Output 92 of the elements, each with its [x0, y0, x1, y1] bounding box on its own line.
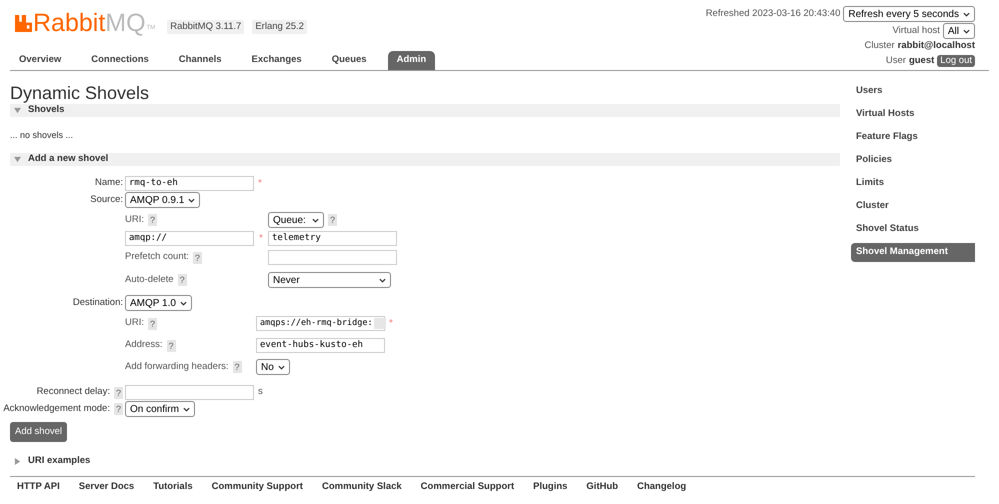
empty-message: ... no shovels ...	[10, 129, 74, 141]
help-button[interactable]: ?	[148, 214, 158, 226]
endpoint-type-dropdown[interactable]: Queue:	[268, 212, 324, 228]
expand-icon[interactable]	[14, 458, 21, 465]
acknowledgement-mode-dropdown[interactable]: On confirm	[125, 401, 195, 417]
footer-link[interactable]: Changelog	[637, 480, 686, 495]
field-label: Acknowledgement mode:	[3, 402, 110, 416]
help-button[interactable]: ?	[328, 214, 338, 226]
name-field[interactable]: rmq-to-eh	[125, 176, 254, 191]
field-label: Reconnect delay:	[36, 385, 110, 400]
required-mark: *	[388, 317, 394, 331]
nav-tab[interactable]: Overview	[10, 51, 70, 70]
sidebar-item[interactable]: Policies	[851, 151, 975, 170]
help-button[interactable]: ?	[114, 386, 123, 398]
logo-icon	[15, 15, 32, 32]
footer-link[interactable]: Plugins	[533, 480, 568, 495]
nav-tab[interactable]: Admin	[388, 51, 436, 70]
nav-tab[interactable]: Channels	[170, 51, 231, 70]
field-label: Name:	[95, 176, 123, 190]
queue-field[interactable]: telemetry	[268, 231, 397, 246]
help-button[interactable]: ?	[192, 252, 202, 264]
footer-link[interactable]: Commercial Support	[420, 480, 514, 495]
sidebar-item[interactable]: Shovel Management	[851, 243, 975, 262]
collapse-icon[interactable]	[14, 156, 21, 163]
uri-field[interactable]: amqps://eh-rmq-bridge:	[256, 316, 385, 331]
sidebar-item[interactable]: Users	[851, 82, 975, 101]
footer-link[interactable]: Community Slack	[322, 480, 402, 495]
address-field[interactable]: event-hubs-kusto-eh	[256, 338, 385, 353]
logo-text: MQ	[105, 11, 146, 36]
help-button[interactable]: ?	[148, 318, 158, 330]
version-badge: Erlang 25.2	[252, 20, 307, 34]
collapse-icon[interactable]	[14, 107, 21, 114]
page-title: Dynamic Shovels	[10, 82, 150, 104]
caret-icon	[278, 364, 285, 370]
help-button[interactable]: ?	[178, 274, 187, 286]
nav-tab[interactable]: Exchanges	[242, 51, 311, 70]
required-mark: *	[258, 232, 264, 246]
virtual-host-dropdown[interactable]: All	[942, 23, 975, 39]
field-label: Add forwarding headers:	[125, 360, 229, 374]
footer-link[interactable]: HTTP API	[17, 480, 60, 495]
field-label: URI:	[125, 316, 144, 330]
add-shovel-button[interactable]: Add shovel	[10, 422, 68, 442]
auto-delete-dropdown[interactable]: Never	[268, 272, 391, 288]
sidebar-item[interactable]: Virtual Hosts	[851, 105, 975, 124]
refresh-dropdown[interactable]: Refresh every 5 seconds	[843, 6, 975, 22]
caret-icon	[182, 406, 190, 412]
sidebar-item[interactable]: Shovel Status	[851, 220, 975, 239]
required-mark: *	[257, 177, 263, 191]
forwarding-headers-dropdown[interactable]: No	[256, 359, 290, 375]
sidebar-item[interactable]: Limits	[851, 174, 975, 193]
logo-text: Rabbit	[33, 11, 106, 36]
nav-tab[interactable]: Connections	[82, 51, 158, 70]
version-badge: RabbitMQ 3.11.7	[167, 20, 244, 34]
uri-field[interactable]: amqp://	[125, 231, 254, 246]
destination-protocol-dropdown[interactable]: AMQP 1.0	[125, 295, 192, 311]
caret-icon	[963, 12, 970, 16]
footer-link[interactable]: GitHub	[586, 480, 618, 495]
field-label: User	[886, 54, 906, 68]
prefetch-field[interactable]	[268, 250, 397, 265]
caret-icon	[188, 198, 196, 202]
help-button[interactable]: ?	[114, 403, 123, 415]
field-label: Source:	[90, 192, 123, 207]
field-label: Virtual host	[892, 24, 940, 38]
field-label: Prefetch count:	[125, 250, 189, 264]
help-button[interactable]: ?	[166, 340, 176, 352]
sidebar-item[interactable]: Cluster	[851, 197, 975, 216]
caret-icon	[963, 28, 970, 34]
section-header[interactable]: Add a new shovel	[10, 153, 840, 166]
help-button[interactable]: ?	[232, 361, 242, 373]
unit-label: s	[258, 385, 263, 400]
field-label: Cluster	[864, 39, 895, 54]
field-label: URI:	[125, 212, 144, 227]
footer-link[interactable]: Server Docs	[78, 480, 134, 495]
field-label: Destination:	[72, 296, 123, 310]
field-value: amqps://eh-rmq-bridge:	[260, 317, 373, 330]
section-header[interactable]: Shovels	[10, 104, 840, 117]
cluster-name: rabbit@localhost	[898, 39, 975, 54]
footer-link[interactable]: Community Support	[212, 480, 303, 495]
source-protocol-dropdown[interactable]: AMQP 0.9.1	[125, 192, 200, 208]
caret-icon	[379, 278, 386, 282]
reconnect-delay-field[interactable]	[125, 385, 254, 400]
logout-button[interactable]: Log out	[937, 55, 975, 68]
nav-tab[interactable]: Queues	[322, 51, 376, 70]
user-name: guest	[908, 54, 934, 68]
caret-icon	[180, 300, 187, 306]
sidebar-item[interactable]: Feature Flags	[851, 128, 975, 147]
footer-link[interactable]: Tutorials	[153, 480, 193, 495]
caret-icon	[312, 218, 319, 222]
refresh-timestamp: Refreshed 2023-03-16 20:43:40	[706, 6, 840, 21]
field-label: Auto-delete	[125, 272, 174, 287]
field-label: Address:	[125, 338, 162, 352]
section-header[interactable]: URI examples	[10, 455, 840, 468]
